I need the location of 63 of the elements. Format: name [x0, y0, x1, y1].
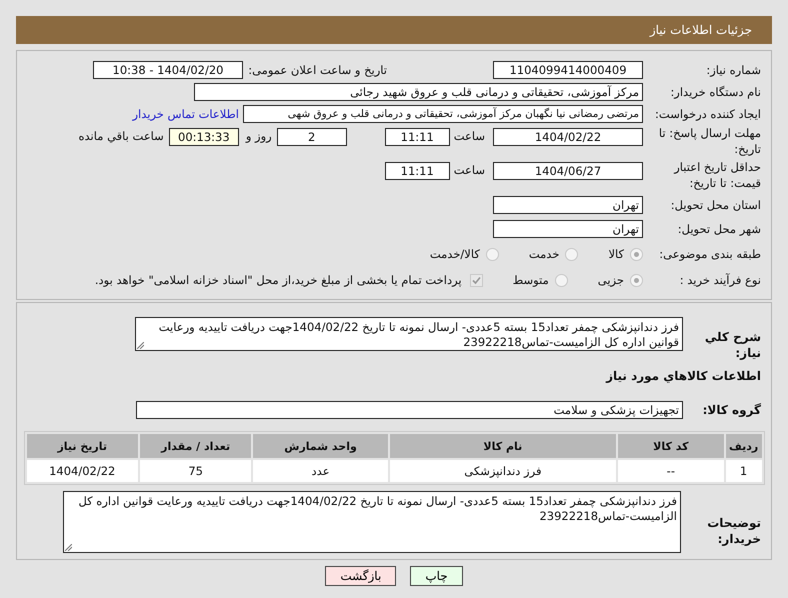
table-cell: --: [618, 460, 724, 482]
days-field: 2: [276, 128, 347, 146]
summary-text-area[interactable]: فرز دندانپزشکی چمفر تعداد15 بسته 5عددی- ارسال نمونه تا تاریخ 1404/02/22جهت دریافت تاییدیه ورعایت قوانین اداره کل الزامیست-تماس23922218: [135, 317, 683, 351]
radio-label: کالا/خدمت: [430, 247, 480, 261]
radio-label: کالا: [608, 247, 624, 261]
table-cell: 75: [140, 460, 252, 482]
column-header: تاریخ نیاز: [26, 434, 138, 458]
table-cell: عدد: [253, 460, 388, 482]
buyer-notes-text-area[interactable]: فرز دندانپزشکی چمفر تعداد15 بسته 5عددی- ارسال نمونه تا تاریخ 1404/02/22جهت دریافت تاییدیه ورعایت قوانین اداره کل الزامیست-تماس23922218: [63, 491, 681, 553]
section-heading: اطلاعات کالاهاي مورد نیاز: [604, 368, 762, 384]
deadline-time-field: 11:11: [384, 128, 450, 146]
field-label: استان محل تحویل:: [670, 197, 762, 213]
radio-button[interactable]: [486, 248, 499, 260]
field-label: شرح كلي نیاز:: [704, 329, 762, 361]
city-field: تهران: [493, 220, 643, 238]
field-label: شهر محل تحویل:: [676, 221, 762, 237]
column-header: تعداد / مقدار: [140, 434, 252, 458]
field-label: توضیحات خریدار:: [706, 515, 762, 547]
radio-label: جزیی: [598, 273, 624, 287]
validity-date-field: 1404/06/27: [493, 162, 643, 180]
radio-button[interactable]: [565, 248, 578, 260]
table-cell: 1404/02/22: [26, 460, 138, 482]
column-header: واحد شمارش: [253, 434, 388, 458]
column-header: کد کالا: [618, 434, 724, 458]
table-cell: فرز دندانپزشکی: [390, 460, 616, 482]
field-label: شماره نیاز:: [705, 62, 762, 78]
deadline-date-field: 1404/02/22: [493, 128, 643, 146]
need-number-field: 1104099414000409: [493, 61, 643, 79]
field-label: مهلت ارسال پاسخ: تا تاریخ:: [658, 125, 762, 157]
time-label: ساعت: [454, 129, 485, 143]
goods-group-field: تجهیزات پزشکی و سلامت: [136, 401, 683, 419]
resize-grip-icon: [65, 544, 72, 551]
radio-button[interactable]: [630, 248, 643, 260]
field-label: حداقل تاریخ اعتبار قیمت: تا تاریخ:: [672, 159, 762, 191]
print-button[interactable]: چاپ: [410, 566, 463, 586]
field-label: نام دستگاه خریدار:: [669, 84, 762, 100]
field-label: ایجاد کننده درخواست:: [654, 106, 762, 122]
creator-field: مرتضی رمضانی نیا نگهبان مرکز آموزشی، تحقیقاتی و درمانی قلب و عروق شهی: [243, 105, 643, 123]
field-label: نوع فرآیند خرید :: [678, 272, 762, 288]
days-label: روز و: [246, 129, 272, 143]
remaining-time-field: 00:13:33: [168, 128, 239, 146]
time-label: ساعت: [454, 163, 485, 177]
table-cell: 1: [726, 460, 762, 482]
radio-label: متوسط: [512, 273, 549, 287]
validity-time-field: 11:11: [384, 162, 450, 180]
remaining-label: ساعت باقي مانده: [78, 129, 164, 143]
field-label: طبقه بندی موضوعی:: [658, 246, 762, 262]
province-field: تهران: [493, 196, 643, 214]
payment-note: پرداخت تمام یا بخشی از مبلغ خرید،از محل "اسناد خزانه اسلامی" خواهد بود.: [94, 273, 462, 287]
field-label: تاریخ و ساعت اعلان عمومی:: [247, 62, 388, 78]
back-button[interactable]: بازگشت: [325, 566, 396, 586]
checkbox[interactable]: [470, 274, 483, 286]
buyer-name-field: مرکز آموزشی، تحقیقاتی و درمانی قلب و عروق شهید رجائی: [194, 83, 643, 101]
radio-button[interactable]: [630, 274, 643, 286]
column-header: ردیف: [726, 434, 762, 458]
buyer-contact-link[interactable]: اطلاعات تماس خریدار: [132, 107, 239, 121]
field-label: گروه کالا:: [702, 402, 762, 418]
page-title: جزئیات اطلاعات نیاز: [650, 23, 752, 37]
radio-label: خدمت: [528, 247, 560, 261]
column-header: نام کالا: [390, 434, 616, 458]
radio-button[interactable]: [554, 274, 568, 286]
announce-date-field: 1404/02/20 - 10:38: [93, 61, 243, 79]
resize-grip-icon: [137, 342, 144, 349]
